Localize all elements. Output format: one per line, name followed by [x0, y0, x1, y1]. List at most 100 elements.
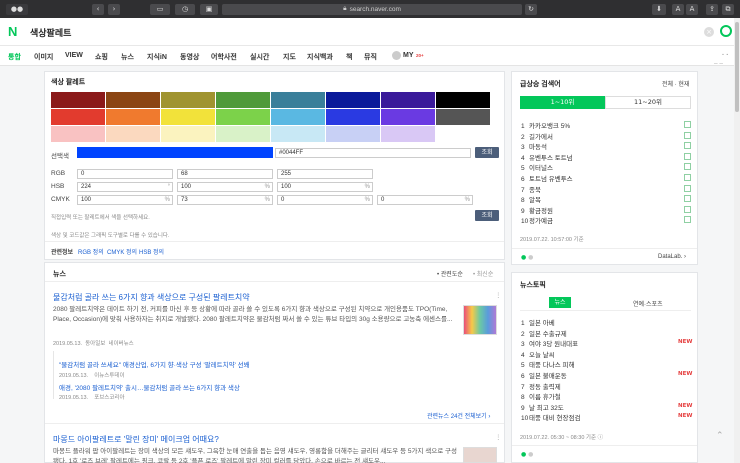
download-icon[interactable]: ⬇: [652, 3, 666, 15]
tab-entertainment-sports[interactable]: 연예·스포츠: [633, 299, 663, 308]
color-swatch[interactable]: [106, 109, 160, 125]
newstopic-item[interactable]: 4 오늘 날씨: [521, 349, 555, 359]
search-query[interactable]: 색상팔레트: [30, 26, 71, 39]
trend-graph-icon[interactable]: [684, 205, 691, 213]
trending-item[interactable]: 9 황금정원: [521, 205, 553, 215]
trend-graph-icon[interactable]: [684, 163, 691, 171]
reload-icon[interactable]: ↻: [525, 3, 537, 15]
newstopic-item[interactable]: 7 정동 출력제: [521, 381, 561, 391]
trending-item[interactable]: 10정가예금: [521, 215, 553, 225]
newstopic-item[interactable]: 8 이름 휴가철: [521, 391, 561, 401]
color-swatch[interactable]: [216, 109, 270, 125]
tab-my[interactable]: MY: [403, 52, 414, 59]
back-icon[interactable]: ‹: [92, 3, 104, 15]
tab-music[interactable]: 뮤직: [364, 52, 377, 62]
newstopic-item[interactable]: 10태풍 대비 현장점검: [521, 412, 580, 422]
color-swatch[interactable]: [51, 109, 105, 125]
related-press[interactable]: 포브스코리아: [94, 395, 124, 401]
tabs-icon[interactable]: ⧉: [722, 3, 734, 15]
window-controls-icon[interactable]: ●●: [6, 3, 28, 15]
color-swatch[interactable]: [51, 126, 105, 142]
rgb-b-input[interactable]: 255: [277, 169, 373, 179]
tab-news[interactable]: 뉴스: [121, 52, 134, 62]
related-headline[interactable]: "물감처럼 골라 쓰세요" 애경산업, 6가지 향·색상 구성 '팔레트치약' …: [59, 359, 250, 369]
history-icon[interactable]: ◷: [175, 3, 195, 15]
forward-icon[interactable]: ›: [108, 3, 120, 15]
scroll-up-icon[interactable]: ⌃: [716, 430, 724, 441]
related-headline[interactable]: 애경, '2080 팔레트치약' 출시…물감처럼 골라 쓰는 6가지 향과 색상: [59, 382, 240, 392]
url-bar[interactable]: 🔒︎ search.naver.com: [222, 3, 522, 15]
trend-graph-icon[interactable]: [684, 142, 691, 150]
color-swatch[interactable]: [271, 92, 325, 108]
color-swatch[interactable]: [271, 109, 325, 125]
color-swatch[interactable]: [106, 92, 160, 108]
info-icon[interactable]: ⓘ: [598, 435, 604, 441]
rgb-r-input[interactable]: 0: [77, 169, 173, 179]
lookup-button[interactable]: 조회: [475, 147, 499, 158]
related-link-hsb[interactable]: HSB 정의: [139, 247, 164, 256]
color-swatch[interactable]: [436, 92, 490, 108]
trending-item[interactable]: 6 토트넘 유벤투스: [521, 173, 573, 183]
zoom-out-button[interactable]: A: [672, 3, 684, 15]
trend-graph-icon[interactable]: [684, 174, 691, 181]
zoom-in-button[interactable]: A: [686, 3, 698, 15]
newstopic-item[interactable]: 9 날 최고 32도: [521, 402, 564, 412]
tab-kin[interactable]: 지식iN: [147, 52, 167, 62]
lookup-button-2[interactable]: 조회: [475, 210, 499, 221]
collapse-icon[interactable]: – –: [714, 60, 723, 67]
trending-item[interactable]: 8 알목: [521, 194, 541, 204]
trend-graph-icon[interactable]: [684, 195, 691, 203]
cmyk-m-input[interactable]: 73%: [177, 195, 273, 205]
tab-encyclopedia[interactable]: 지식백과: [307, 52, 333, 62]
color-swatch[interactable]: [161, 126, 215, 142]
trend-graph-icon[interactable]: [684, 121, 691, 128]
newstopic-item[interactable]: 3 여야 3당 원내대표: [521, 338, 578, 348]
sort-relevance[interactable]: • 관련도순: [437, 269, 463, 278]
color-swatch[interactable]: [216, 126, 270, 142]
trending-item[interactable]: 1 카카오뱅크 5%: [521, 120, 570, 130]
tab-shopping[interactable]: 쇼핑: [95, 52, 108, 62]
news-thumbnail[interactable]: [463, 305, 497, 335]
hsb-s-input[interactable]: 100%: [177, 182, 273, 192]
hex-input[interactable]: #0044FF: [275, 148, 471, 158]
related-press[interactable]: 이뉴스투데이: [94, 373, 124, 379]
color-swatch[interactable]: [326, 92, 380, 108]
color-swatch[interactable]: [381, 92, 435, 108]
color-swatch[interactable]: [326, 126, 380, 142]
tab-view[interactable]: VIEW: [65, 52, 83, 59]
related-link-rgb[interactable]: RGB 정의: [78, 247, 104, 256]
tab-rank-1-10[interactable]: 1~10위: [520, 96, 605, 109]
cmyk-k-input[interactable]: 0%: [377, 195, 473, 205]
share-icon[interactable]: ⇪: [706, 3, 718, 15]
sort-latest[interactable]: • 최신순: [473, 269, 493, 278]
trend-graph-icon[interactable]: [684, 184, 691, 192]
avatar[interactable]: [392, 51, 401, 60]
color-swatch[interactable]: [216, 92, 270, 108]
datalab-link[interactable]: DataLab. ›: [658, 254, 686, 260]
tab-rank-11-20[interactable]: 11~20위: [605, 96, 691, 109]
trend-graph-icon[interactable]: [684, 216, 691, 224]
cmyk-c-input[interactable]: 100%: [77, 195, 173, 205]
trending-item[interactable]: 4 유벤투스 토트넘: [521, 152, 573, 162]
news-headline-2[interactable]: 마몽드 아이팔레트로 '말린 장미' 메이크업 어때요?: [53, 434, 219, 445]
color-swatch[interactable]: [161, 92, 215, 108]
trending-toggle[interactable]: 전체 · 현재: [662, 79, 689, 88]
trend-graph-icon[interactable]: [684, 131, 691, 139]
news-source[interactable]: 네이버뉴스: [108, 341, 133, 347]
more-options-icon[interactable]: ⋮: [495, 291, 502, 299]
tab-image[interactable]: 이미지: [34, 52, 53, 62]
more-icon[interactable]: · ·: [722, 52, 729, 59]
hsb-b-input[interactable]: 100%: [277, 182, 373, 192]
news-thumbnail-2[interactable]: [463, 447, 497, 463]
news-press[interactable]: 동아일보: [85, 341, 105, 347]
trending-item[interactable]: 7 종북: [521, 184, 541, 194]
trending-item[interactable]: 5 이터널스: [521, 162, 553, 172]
trending-item[interactable]: 2 길가에서: [521, 131, 553, 141]
carousel-dots[interactable]: ● ●: [521, 254, 533, 261]
search-icon[interactable]: [720, 25, 732, 37]
color-swatch[interactable]: [271, 126, 325, 142]
carousel-dots[interactable]: ● ●: [521, 451, 533, 458]
tab-map[interactable]: 지도: [283, 52, 296, 62]
color-swatch[interactable]: [381, 109, 435, 125]
sidebar-icon[interactable]: ▭: [150, 3, 170, 15]
